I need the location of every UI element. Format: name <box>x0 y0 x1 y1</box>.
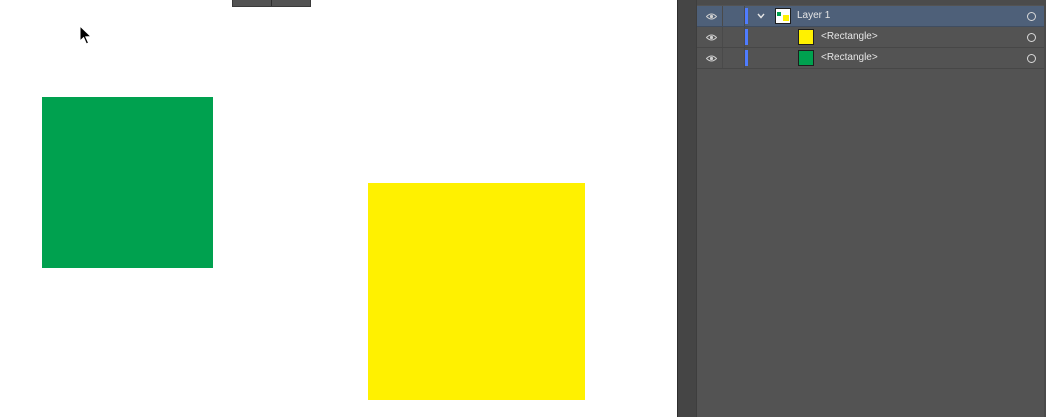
lock-toggle[interactable] <box>723 6 745 26</box>
app-window: Layer 1 <Rectangle> <Rectangle> <box>0 0 1046 417</box>
layer-color-bar <box>745 8 748 24</box>
object-name[interactable]: <Rectangle> <box>821 31 878 43</box>
target-circle-icon[interactable] <box>1027 54 1036 63</box>
green-rectangle[interactable] <box>42 97 213 268</box>
layers-panel: Layer 1 <Rectangle> <Rectangle> <box>696 0 1046 417</box>
mouse-pointer-icon <box>79 25 93 45</box>
eye-icon <box>706 13 717 19</box>
visibility-toggle[interactable] <box>701 6 723 26</box>
layer-row-rectangle-green[interactable]: <Rectangle> <box>697 48 1046 69</box>
panel-top-strip <box>697 0 1046 5</box>
toolbar-segment-left[interactable] <box>233 0 271 6</box>
dock-divider-edge <box>677 0 678 417</box>
lock-toggle[interactable] <box>723 27 745 47</box>
target-circle-icon[interactable] <box>1027 33 1036 42</box>
eye-icon <box>706 55 717 61</box>
layer-preview-icon <box>777 12 789 21</box>
layer-thumbnail <box>775 8 791 24</box>
chevron-down-icon <box>757 13 765 19</box>
layer-color-bar <box>745 50 748 66</box>
layer-color-bar <box>745 29 748 45</box>
dock-divider <box>677 0 696 417</box>
floating-toolbar <box>232 0 311 7</box>
object-name[interactable]: <Rectangle> <box>821 52 878 64</box>
expand-toggle[interactable] <box>755 10 767 22</box>
eye-icon <box>706 34 717 40</box>
target-circle-icon[interactable] <box>1027 12 1036 21</box>
artboard-canvas[interactable] <box>0 0 677 417</box>
layer-name[interactable]: Layer 1 <box>797 10 830 22</box>
yellow-rectangle[interactable] <box>368 183 585 400</box>
yellow-swatch-thumbnail <box>798 29 814 45</box>
visibility-toggle[interactable] <box>701 48 723 68</box>
green-swatch-thumbnail <box>798 50 814 66</box>
layer-row-rectangle-yellow[interactable]: <Rectangle> <box>697 27 1046 48</box>
visibility-toggle[interactable] <box>701 27 723 47</box>
lock-toggle[interactable] <box>723 48 745 68</box>
toolbar-segment-right[interactable] <box>271 0 310 6</box>
layer-row-layer-1[interactable]: Layer 1 <box>697 6 1046 27</box>
